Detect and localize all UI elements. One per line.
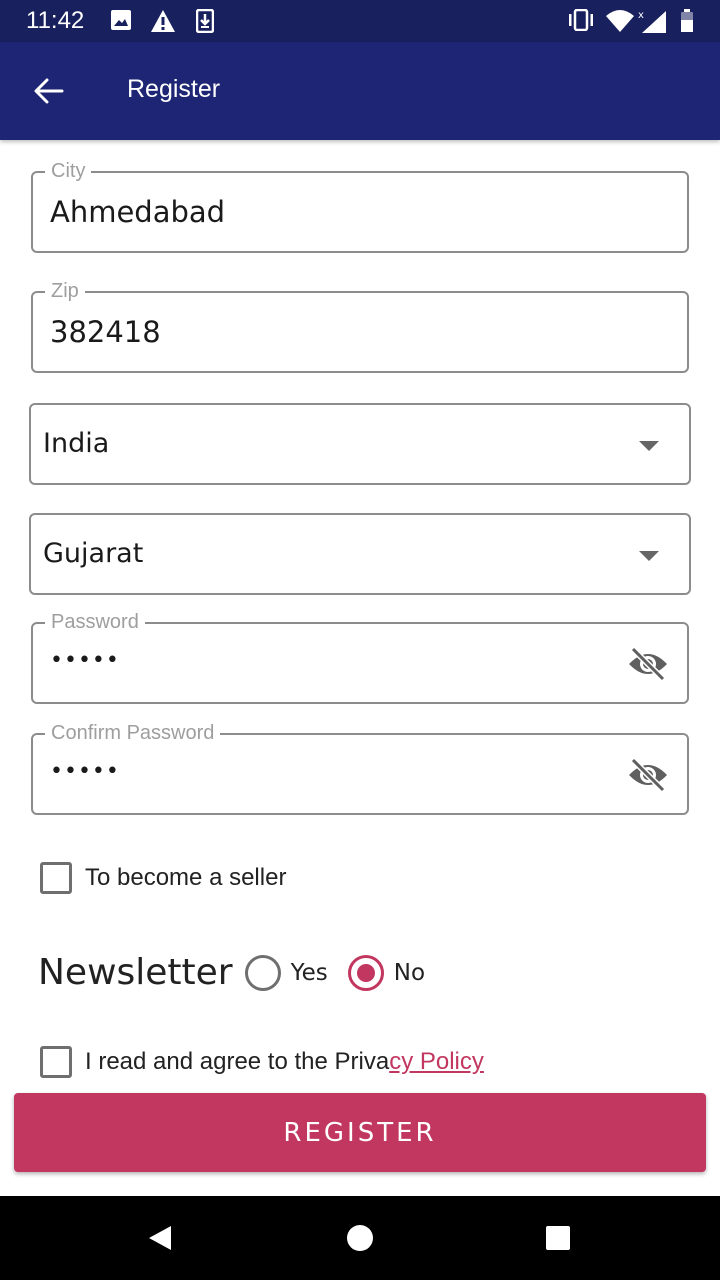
country-select[interactable]: India bbox=[29, 403, 691, 485]
vibrate-icon bbox=[569, 9, 593, 31]
nav-home-button[interactable] bbox=[310, 1196, 410, 1280]
privacy-checkbox[interactable] bbox=[40, 1046, 72, 1078]
city-field[interactable]: City Ahmedabad bbox=[31, 159, 689, 253]
visibility-off-icon[interactable] bbox=[627, 646, 669, 682]
svg-text:x: x bbox=[638, 10, 644, 21]
wifi-icon bbox=[606, 10, 634, 32]
nav-recents-button[interactable] bbox=[508, 1196, 608, 1280]
system-nav-bar bbox=[0, 1196, 720, 1280]
seller-checkbox-label: To become a seller bbox=[85, 864, 287, 891]
chevron-down-icon bbox=[639, 441, 659, 451]
confirm-password-field[interactable]: Confirm Password ••••• bbox=[31, 721, 689, 815]
city-label: City bbox=[45, 159, 92, 183]
warning-icon bbox=[151, 10, 175, 32]
state-select[interactable]: Gujarat bbox=[29, 513, 691, 595]
status-time: 11:42 bbox=[26, 7, 85, 34]
back-triangle-icon bbox=[149, 1226, 171, 1250]
newsletter-group: Newsletter Yes No bbox=[38, 952, 445, 993]
home-circle-icon bbox=[347, 1225, 373, 1251]
chevron-down-icon bbox=[639, 551, 659, 561]
zip-value: 382418 bbox=[50, 315, 161, 349]
confirm-password-value: ••••• bbox=[50, 759, 120, 784]
state-value: Gujarat bbox=[43, 538, 144, 569]
seller-checkbox[interactable] bbox=[40, 862, 72, 894]
privacy-label: I read and agree to the Privacy Policy bbox=[85, 1048, 484, 1076]
download-icon bbox=[196, 9, 214, 33]
recents-square-icon bbox=[546, 1226, 570, 1250]
newsletter-no-radio[interactable] bbox=[347, 954, 384, 991]
signal-icon: x bbox=[638, 10, 666, 33]
newsletter-yes-label[interactable]: Yes bbox=[291, 960, 328, 986]
privacy-policy-link[interactable]: cy Policy bbox=[389, 1048, 484, 1075]
status-bar: 11:42 x bbox=[0, 0, 720, 42]
newsletter-title: Newsletter bbox=[38, 952, 233, 993]
register-button-label: REGISTER bbox=[283, 1117, 437, 1148]
zip-label: Zip bbox=[45, 279, 85, 303]
confirm-password-label: Confirm Password bbox=[45, 721, 221, 745]
password-field[interactable]: Password ••••• bbox=[31, 610, 689, 704]
newsletter-no-label[interactable]: No bbox=[394, 960, 425, 986]
newsletter-yes-radio[interactable] bbox=[244, 954, 281, 991]
register-button[interactable]: REGISTER bbox=[14, 1093, 706, 1172]
city-value: Ahmedabad bbox=[50, 195, 226, 229]
image-icon bbox=[111, 10, 131, 30]
password-value: ••••• bbox=[50, 648, 120, 673]
password-label: Password bbox=[45, 610, 145, 634]
app-bar: Register bbox=[0, 42, 720, 140]
privacy-checkbox-row[interactable]: I read and agree to the Privacy Policy bbox=[40, 1046, 484, 1078]
back-button[interactable] bbox=[26, 70, 72, 112]
battery-icon bbox=[681, 9, 693, 32]
visibility-off-icon[interactable] bbox=[627, 757, 669, 793]
arrow-back-icon bbox=[34, 78, 64, 104]
page-title: Register bbox=[127, 75, 221, 103]
nav-back-button[interactable] bbox=[110, 1196, 210, 1280]
zip-field[interactable]: Zip 382418 bbox=[31, 279, 689, 373]
seller-checkbox-row[interactable]: To become a seller bbox=[40, 862, 286, 894]
country-value: India bbox=[43, 428, 110, 459]
privacy-label-text: I read and agree to the Priva bbox=[85, 1048, 390, 1075]
